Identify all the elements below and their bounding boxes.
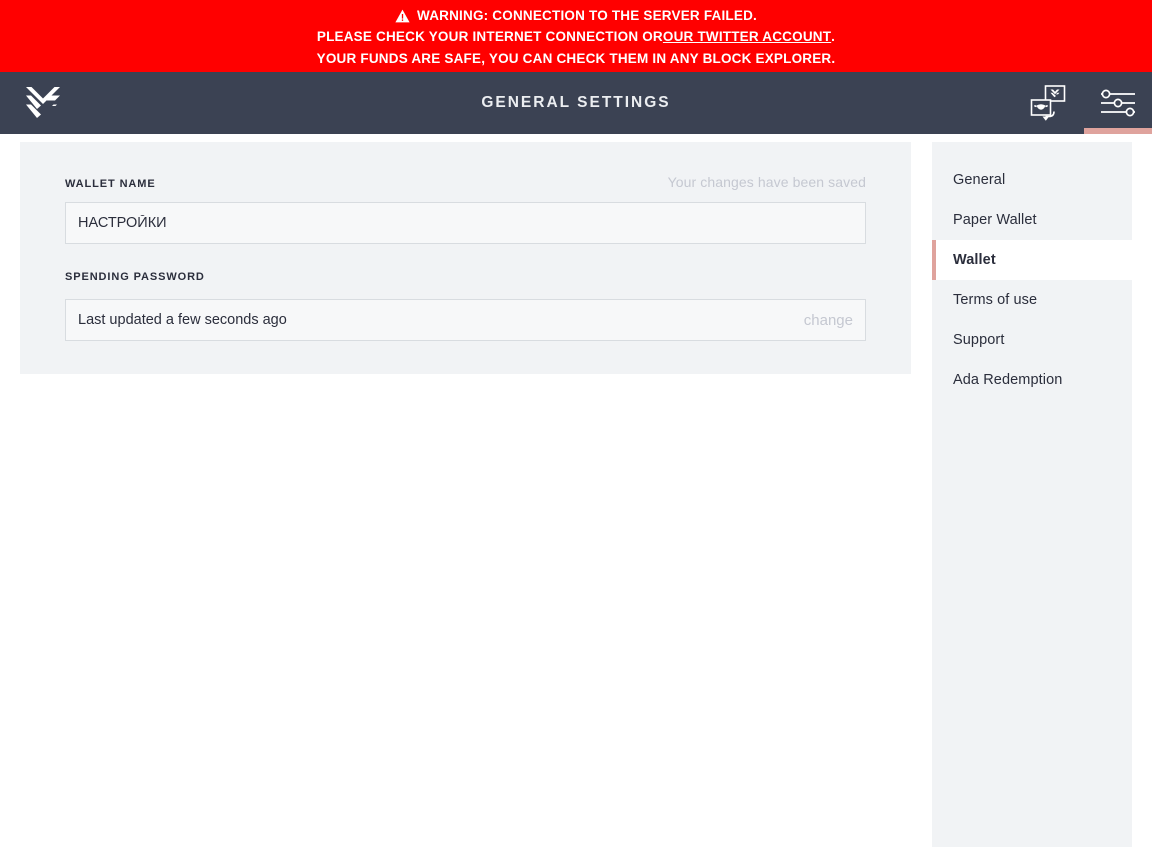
twitter-account-link[interactable]: OUR TWITTER ACCOUNT bbox=[663, 26, 831, 48]
settings-menu-label: Wallet bbox=[953, 252, 996, 268]
settings-menu-label: Terms of use bbox=[953, 292, 1038, 308]
settings-menu-item-general[interactable]: General bbox=[932, 160, 1132, 200]
warning-text-3: YOUR FUNDS ARE SAFE, YOU CAN CHECK THEM … bbox=[316, 50, 836, 66]
settings-sliders-icon bbox=[1100, 88, 1136, 118]
wallet-settings-card: WALLET NAME Your changes have been saved… bbox=[20, 142, 911, 374]
wallet-switch-icon bbox=[1028, 84, 1072, 122]
top-bar-actions bbox=[1016, 72, 1152, 134]
settings-menu-item-paper-wallet[interactable]: Paper Wallet bbox=[932, 200, 1132, 240]
spending-password-header: SPENDING PASSWORD bbox=[65, 271, 866, 289]
settings-menu-label: General bbox=[953, 172, 1006, 188]
page-body: WALLET NAME Your changes have been saved… bbox=[0, 134, 1152, 847]
wallet-name-label: WALLET NAME bbox=[65, 178, 156, 190]
warning-line-2: PLEASE CHECK YOUR INTERNET CONNECTION OR… bbox=[317, 26, 835, 48]
saved-status-message: Your changes have been saved bbox=[667, 174, 866, 190]
wallet-name-input[interactable] bbox=[65, 202, 866, 244]
settings-menu-item-support[interactable]: Support bbox=[932, 320, 1132, 360]
settings-menu-label: Paper Wallet bbox=[953, 212, 1037, 228]
settings-menu-label: Support bbox=[953, 332, 1005, 348]
warning-triangle-icon bbox=[395, 9, 410, 23]
spending-password-status: Last updated a few seconds ago bbox=[78, 312, 287, 328]
settings-menu-item-terms-of-use[interactable]: Terms of use bbox=[932, 280, 1132, 320]
settings-menu-label: Ada Redemption bbox=[953, 372, 1063, 388]
wallet-name-header: WALLET NAME Your changes have been saved bbox=[65, 174, 866, 192]
settings-menu: General Paper Wallet Wallet Terms of use… bbox=[932, 142, 1132, 847]
settings-button[interactable] bbox=[1084, 72, 1152, 134]
settings-menu-item-ada-redemption[interactable]: Ada Redemption bbox=[932, 360, 1132, 400]
settings-menu-item-wallet[interactable]: Wallet bbox=[932, 240, 1132, 280]
spending-password-row[interactable]: Last updated a few seconds ago change bbox=[65, 299, 866, 341]
wallet-switch-button[interactable] bbox=[1016, 72, 1084, 134]
warning-text-2-prefix: PLEASE CHECK YOUR INTERNET CONNECTION OR bbox=[316, 29, 663, 45]
page-title: GENERAL SETTINGS bbox=[481, 94, 671, 111]
connection-warning-banner: WARNING: CONNECTION TO THE SERVER FAILED… bbox=[0, 0, 1152, 72]
warning-line-3: YOUR FUNDS ARE SAFE, YOU CAN CHECK THEM … bbox=[317, 48, 836, 70]
warning-line-1: WARNING: CONNECTION TO THE SERVER FAILED… bbox=[395, 5, 757, 27]
warning-text-1: WARNING: CONNECTION TO THE SERVER FAILED… bbox=[417, 7, 757, 23]
change-password-link[interactable]: change bbox=[804, 312, 853, 329]
warning-text-2-suffix: . bbox=[831, 29, 836, 45]
spending-password-label: SPENDING PASSWORD bbox=[65, 271, 205, 283]
top-bar: GENERAL SETTINGS bbox=[0, 72, 1152, 134]
